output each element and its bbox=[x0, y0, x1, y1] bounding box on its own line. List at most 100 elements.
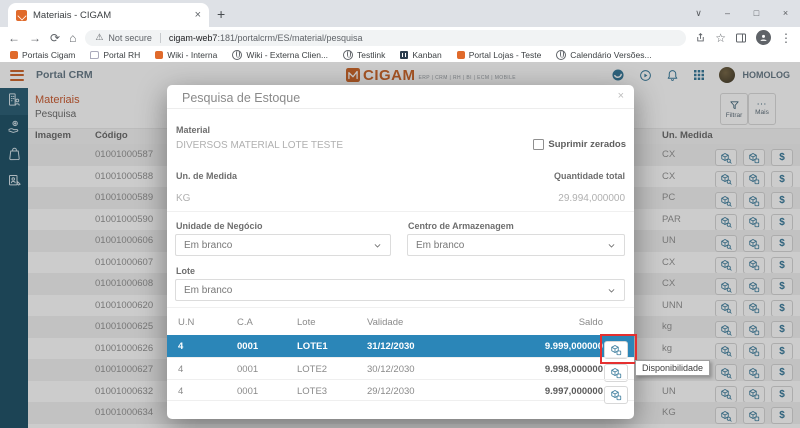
bookmark-item[interactable]: Portal RH bbox=[90, 50, 140, 60]
globe-bookmark-icon bbox=[556, 50, 567, 60]
unit-value: KG bbox=[176, 193, 191, 204]
material-value: DIVERSOS MATERIAL LOTE TESTE bbox=[176, 140, 344, 151]
maximize-icon[interactable]: □ bbox=[742, 0, 771, 27]
bookmark-label: Kanban bbox=[412, 50, 442, 60]
home-icon[interactable]: ⌂ bbox=[69, 32, 76, 44]
globe-bookmark-icon bbox=[232, 50, 243, 60]
bookmark-item[interactable]: Portais Cigam bbox=[10, 50, 75, 60]
lot-select[interactable]: Em branco bbox=[175, 279, 625, 301]
lot-un: 4 bbox=[178, 385, 184, 397]
bookmark-item[interactable]: Wiki - Interna bbox=[155, 50, 217, 60]
browser-profile-avatar[interactable] bbox=[756, 30, 771, 45]
browser-menu-icon[interactable]: ⋮ bbox=[780, 32, 792, 44]
bookmark-item[interactable]: Wiki - Externa Clien... bbox=[232, 50, 328, 60]
suppress-zeros-checkbox[interactable] bbox=[533, 139, 545, 150]
business-unit-value: Em branco bbox=[184, 239, 233, 251]
kanban-bookmark-icon bbox=[400, 51, 409, 59]
bookmark-star-icon[interactable]: ☆ bbox=[715, 32, 726, 44]
chevron-down-icon bbox=[607, 286, 616, 295]
forward-icon[interactable]: → bbox=[29, 32, 41, 44]
bookmark-label: Portal Lojas - Teste bbox=[468, 50, 542, 60]
back-icon[interactable]: ← bbox=[8, 32, 20, 44]
lot-balance: 9.999,000000 bbox=[544, 340, 603, 352]
bookmark-label: Portal RH bbox=[103, 50, 141, 60]
suppress-zeros-label: Suprimir zerados bbox=[548, 139, 626, 150]
bookmark-item[interactable]: Testlink bbox=[343, 50, 385, 60]
lot-ca: 0001 bbox=[237, 340, 259, 352]
storage-center-select[interactable]: Em branco bbox=[407, 234, 625, 256]
browser-toolbar: ← → ⟳ ⌂ ⚠ Not secure cigam-web7:181/port… bbox=[0, 27, 800, 48]
lot-balance: 9.998,000000 bbox=[544, 363, 603, 375]
lot-balance: 9.997,000000 bbox=[544, 385, 603, 397]
lots-table-header: U.N C.A Lote Validade Saldo bbox=[167, 315, 634, 331]
bookmark-label: Wiki - Externa Clien... bbox=[246, 50, 329, 60]
close-icon[interactable]: × bbox=[618, 90, 624, 102]
minimize-icon[interactable]: – bbox=[713, 0, 742, 27]
tab-close-icon[interactable]: × bbox=[195, 9, 201, 21]
bookmark-label: Wiki - Interna bbox=[167, 50, 218, 60]
new-tab-button[interactable]: + bbox=[217, 6, 225, 22]
window-controls: ∨ – □ × bbox=[684, 0, 800, 27]
side-panel-icon[interactable] bbox=[735, 32, 747, 44]
divider bbox=[167, 307, 634, 308]
window-close-icon[interactable]: × bbox=[771, 0, 800, 27]
modal-title: Pesquisa de Estoque bbox=[182, 91, 301, 105]
lots-table-body: 4 0001 LOTE1 31/12/2030 9.999,000000 4 0001 LOT… bbox=[167, 335, 634, 404]
availability-button[interactable] bbox=[604, 340, 628, 359]
unit-label: Un. de Medida bbox=[176, 171, 238, 181]
column-header-un: U.N bbox=[178, 317, 195, 328]
url-host: cigam-web7 bbox=[168, 32, 218, 43]
availability-button[interactable] bbox=[604, 385, 628, 404]
url-path: :181/portalcrm/ES/material/pesquisa bbox=[217, 32, 363, 43]
not-secure-icon: ⚠ bbox=[95, 32, 104, 42]
chevron-down-icon bbox=[373, 241, 382, 250]
address-bar-divider bbox=[159, 32, 161, 43]
window-menu-icon[interactable]: ∨ bbox=[684, 0, 713, 27]
lot-row[interactable]: 4 0001 LOTE2 30/12/2030 9.998,000000 bbox=[167, 357, 634, 382]
bookmark-item[interactable]: Portal Lojas - Teste bbox=[456, 50, 542, 60]
storage-center-label: Centro de Armazenagem bbox=[408, 221, 514, 231]
browser-window: Materiais - CIGAM × + ∨ – □ × ← → ⟳ ⌂ ⚠ … bbox=[0, 0, 800, 428]
bookmark-item[interactable]: Kanban bbox=[400, 50, 442, 60]
globe-bookmark-icon bbox=[343, 50, 354, 60]
lot-code: LOTE3 bbox=[297, 385, 328, 397]
lot-un: 4 bbox=[178, 340, 184, 352]
lot-row[interactable]: 4 0001 LOTE3 29/12/2030 9.997,000000 bbox=[167, 379, 634, 404]
lot-value: Em branco bbox=[184, 284, 233, 296]
browser-tab[interactable]: Materiais - CIGAM × bbox=[8, 3, 209, 27]
lot-code: LOTE2 bbox=[297, 363, 328, 375]
cigam-favicon-icon bbox=[16, 9, 27, 21]
suppress-zeros-option[interactable]: Suprimir zerados bbox=[533, 139, 626, 150]
modal-titlebar: Pesquisa de Estoque × bbox=[167, 85, 634, 109]
material-label: Material bbox=[176, 125, 211, 135]
business-unit-select[interactable]: Em branco bbox=[175, 234, 391, 256]
share-icon[interactable] bbox=[695, 32, 706, 43]
lot-validity: 30/12/2030 bbox=[367, 363, 415, 375]
chat-bookmark-icon bbox=[90, 51, 100, 59]
url-text: cigam-web7:181/portalcrm/ES/material/pes… bbox=[169, 33, 363, 43]
bookmark-item[interactable]: Calendário Versões... bbox=[556, 50, 652, 60]
bookmark-label: Calendário Versões... bbox=[570, 50, 652, 60]
column-header-ca: C.A bbox=[237, 317, 253, 328]
divider bbox=[167, 211, 634, 212]
lot-ca: 0001 bbox=[237, 363, 259, 375]
browser-tab-strip: Materiais - CIGAM × + ∨ – □ × bbox=[0, 0, 800, 27]
lot-validity: 29/12/2030 bbox=[367, 385, 415, 397]
lot-validity: 31/12/2030 bbox=[367, 340, 415, 352]
security-label: Not secure bbox=[108, 32, 152, 43]
column-header-saldo: Saldo bbox=[578, 317, 603, 328]
storage-center-value: Em branco bbox=[416, 239, 465, 251]
lot-un: 4 bbox=[178, 363, 184, 375]
bookmark-label: Testlink bbox=[357, 50, 386, 60]
lot-row[interactable]: 4 0001 LOTE1 31/12/2030 9.999,000000 bbox=[167, 335, 634, 359]
reload-icon[interactable]: ⟳ bbox=[50, 32, 60, 44]
bookmark-label: Portais Cigam bbox=[22, 50, 76, 60]
lot-code: LOTE1 bbox=[297, 340, 328, 352]
cigam-bookmark-icon bbox=[456, 51, 465, 59]
cigam-bookmark-icon bbox=[10, 51, 18, 59]
tab-title: Materiais - CIGAM bbox=[33, 9, 112, 21]
disponibilidade-tooltip: Disponibilidade bbox=[635, 360, 711, 376]
bookmarks-bar: Portais Cigam Portal RH Wiki - Interna Wiki… bbox=[0, 48, 800, 63]
address-bar[interactable]: ⚠ Not secure cigam-web7:181/portalcrm/ES… bbox=[85, 29, 687, 46]
stock-search-modal: Pesquisa de Estoque × Material DIVERSOS … bbox=[167, 85, 637, 419]
